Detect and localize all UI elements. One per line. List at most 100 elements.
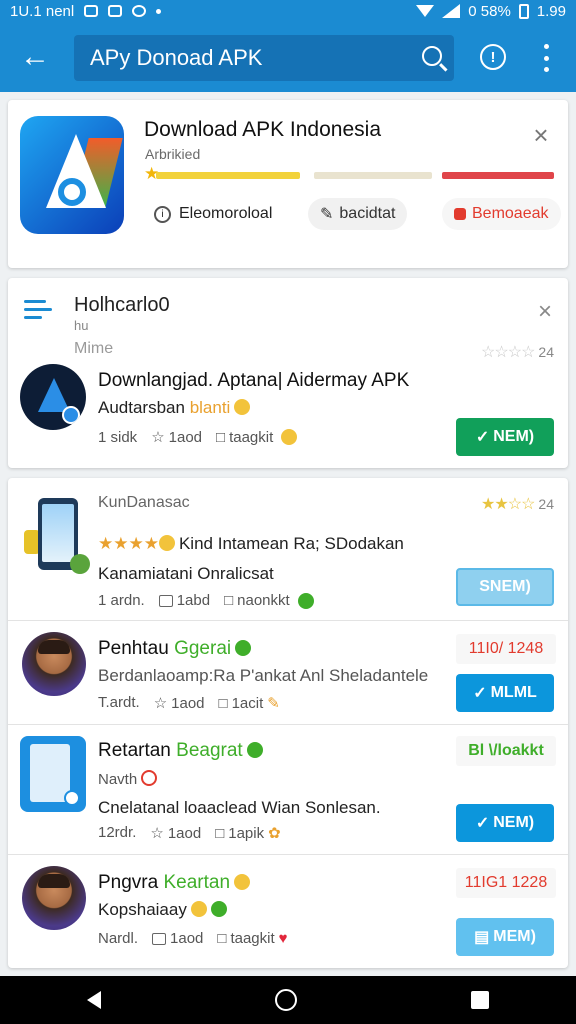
emoji-icon [210, 901, 227, 917]
emoji-icon [158, 535, 175, 551]
search-query: APy Donoad APK [90, 45, 263, 70]
meta-tag: 1apik [228, 824, 265, 842]
meta-rating: 1aod [170, 930, 204, 947]
emoji-icon [246, 742, 263, 758]
app-title: Download APK Indonesia [144, 118, 381, 141]
app-description: Cnelatanal loaaclead Wian Sonlesan. [98, 798, 381, 817]
chat-icon [152, 932, 167, 945]
avatar[interactable] [22, 632, 86, 696]
emoji-icon [234, 399, 251, 415]
star-icon: ★★★★ [98, 534, 159, 553]
app-title: Penhtau Ggerai [98, 638, 252, 660]
install-button[interactable]: SNEM) [456, 568, 554, 606]
back-arrow-icon: ← [20, 40, 50, 73]
app-subtitle: Navth [98, 770, 158, 788]
meta-rating: 1aod [167, 824, 202, 842]
search-icon[interactable] [422, 46, 442, 66]
nav-home-button[interactable] [275, 989, 297, 1011]
info-chip[interactable]: i Eleomoroloal [142, 198, 284, 230]
install-button[interactable]: ▤ MEM) [456, 918, 554, 956]
meta-tag: taagkit [230, 930, 275, 947]
star-icon: ☆ [150, 825, 164, 842]
flower-icon: ✿ [268, 825, 281, 842]
star-icon: ☆ [153, 695, 168, 712]
notification-icon [132, 5, 147, 17]
emoji-icon [190, 901, 207, 917]
star-icon: ☆ [151, 429, 165, 446]
app-description: Kanamiatani Onralicsat [98, 564, 274, 583]
app-meta: 12rdr. ☆ 1aod □ 1apik ✿ [98, 824, 281, 842]
more-options-button[interactable] [538, 44, 554, 72]
edit-chip[interactable]: ✎ bacidtat [308, 198, 408, 230]
app-meta: 1 ardn. 1abd □ naonkkt [98, 592, 314, 609]
dot-icon [156, 8, 162, 14]
section-header: KunDanasac [98, 494, 190, 511]
rating-stars: ★★☆☆ 24 [481, 496, 554, 513]
install-button[interactable]: ✓ MLML [456, 674, 554, 712]
pencil-icon: ✎ [267, 695, 280, 712]
score-badge: 11I0/ 1248 [456, 634, 556, 664]
app-meta: 1 sidk ☆ 1aod □ taagkit [98, 428, 298, 446]
nav-back-button[interactable] [87, 991, 101, 1009]
battery-icon [518, 3, 529, 19]
app-title: ★★★★ Kind Intamean Ra; SDodakan [98, 534, 404, 553]
divider [8, 854, 568, 855]
avatar[interactable] [22, 866, 86, 930]
meta-tag: taagkit [229, 428, 274, 446]
score-badge: Bl \/loakkt [456, 736, 556, 766]
rating-stars: ☆☆☆☆ 24 [481, 344, 554, 361]
emoji-icon [235, 640, 252, 656]
emoji-icon [281, 429, 298, 445]
stop-icon [454, 208, 466, 220]
search-input[interactable]: APy Donoad APK [74, 35, 454, 81]
app-title: Downlangjad. Aptana| Aidermay APK [98, 370, 410, 391]
section-title: Holhcarlo0 [74, 294, 170, 316]
status-bar: 1U.1 nenl 0 58% 1.99 [0, 0, 576, 22]
close-button[interactable]: × [538, 298, 552, 326]
info-button[interactable]: ! [480, 44, 506, 70]
rating-bar [156, 172, 300, 179]
status-time-text: 1U.1 nenl [10, 2, 75, 20]
wifi-icon [416, 5, 435, 17]
app-thumbnail[interactable] [20, 496, 92, 580]
heart-icon: ♥ [278, 930, 288, 947]
app-subtitle: Arbrikied [145, 146, 201, 162]
meta-tag: 1acit [231, 694, 264, 712]
emoji-icon [297, 592, 314, 609]
app-title: Retartan Beagrat [98, 740, 263, 762]
install-button[interactable]: ✓ NEM) [456, 804, 554, 842]
tag-icon: □ [215, 824, 225, 842]
list-icon [24, 300, 52, 320]
navigation-bar [0, 976, 576, 1024]
info-icon: ! [490, 48, 496, 66]
back-button[interactable]: ← [0, 22, 70, 92]
recommended-card: Holhcarlo0 hu Mime × ☆☆☆☆ 24 Downlangjad.… [8, 278, 568, 468]
battery-percent: 0 58% [468, 2, 511, 20]
chip-label: bacidtat [339, 205, 396, 222]
meta-size: T.ardt. [98, 694, 140, 711]
app-meta: T.ardt. ☆ 1aod □ 1acit ✎ [98, 694, 280, 712]
tag-icon: □ [217, 930, 227, 947]
close-button[interactable]: × [528, 122, 554, 148]
app-logo [20, 116, 124, 234]
section-label: Mime [74, 340, 114, 357]
app-description: Berdanlaoamp:Ra P'ankat Anl Sheladantele [98, 666, 429, 685]
score-badge: 11IG1 1228 [456, 868, 556, 898]
featured-app-card[interactable]: Download APK Indonesia Arbrikied × ★ i E… [8, 100, 568, 268]
app-bar: ← APy Donoad APK ! [0, 22, 576, 92]
pencil-icon: ✎ [320, 206, 334, 223]
status-clock: 1.99 [536, 2, 566, 20]
install-button[interactable]: ✓ NEM) [456, 418, 554, 456]
app-thumbnail[interactable] [20, 736, 86, 812]
signal-icon [442, 4, 461, 18]
emoji-icon [141, 770, 158, 786]
chip-label: Bemoaeak [472, 205, 549, 222]
leaf-icon: ✓ [473, 685, 487, 702]
divider [8, 620, 568, 621]
app-logo [20, 364, 86, 430]
rating-bar [442, 172, 554, 179]
section-subtitle: hu [74, 318, 89, 333]
meta-size: 1 sidk [98, 428, 138, 446]
remove-chip[interactable]: Bemoaeak [442, 198, 561, 230]
nav-recents-button[interactable] [471, 991, 489, 1009]
